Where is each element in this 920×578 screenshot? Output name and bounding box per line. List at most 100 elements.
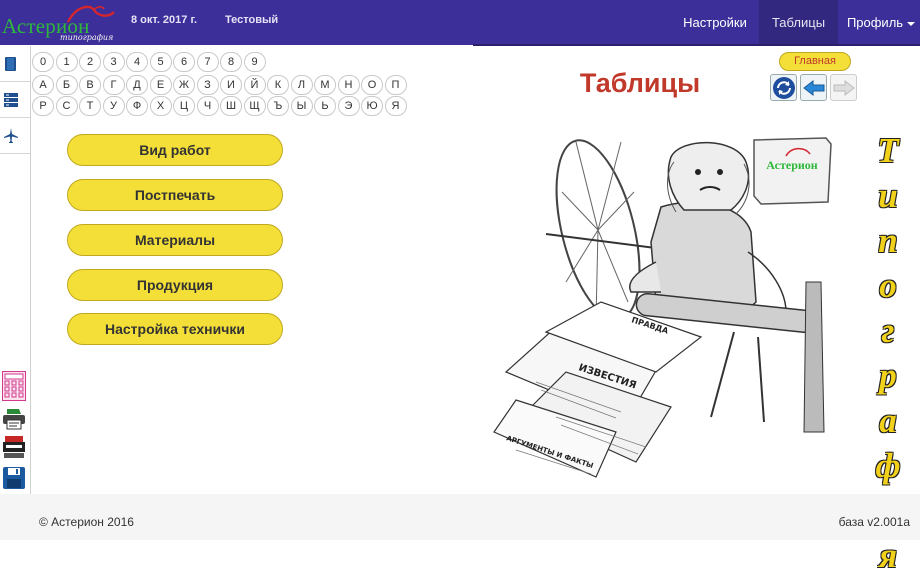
left-sidebar: [0, 46, 31, 494]
index-button[interactable]: З: [196, 75, 219, 95]
menu-button-work-types[interactable]: Вид работ: [67, 134, 283, 166]
index-button[interactable]: Й: [243, 75, 266, 95]
sidebar-item-book[interactable]: [0, 46, 30, 82]
back-button[interactable]: [800, 74, 827, 101]
sidebar-save[interactable]: [2, 466, 26, 490]
index-button[interactable]: Е: [149, 75, 172, 95]
index-button[interactable]: Л: [290, 75, 313, 95]
nav-profile-label: Профиль: [846, 15, 904, 30]
index-button[interactable]: У: [102, 96, 125, 116]
book-icon: [5, 57, 16, 71]
index-button[interactable]: М: [314, 75, 336, 95]
index-button[interactable]: Ы: [290, 96, 313, 116]
index-button[interactable]: Ш: [220, 96, 242, 116]
index-button[interactable]: 5: [149, 52, 172, 72]
arrow-right-icon: [833, 79, 855, 97]
index-button[interactable]: Д: [126, 75, 148, 95]
caret-down-icon: [907, 21, 916, 26]
current-date: 8 окт. 2017 г.: [131, 14, 197, 26]
index-button[interactable]: Т: [79, 96, 101, 116]
index-button[interactable]: В: [79, 75, 101, 95]
index-button[interactable]: Ч: [196, 96, 219, 116]
version-label: база v2.001а: [838, 515, 910, 529]
vertical-letter: г: [881, 311, 895, 350]
index-button[interactable]: 3: [102, 52, 125, 72]
index-button[interactable]: К: [267, 75, 289, 95]
index-button[interactable]: О: [361, 75, 383, 95]
index-button[interactable]: Щ: [243, 96, 266, 116]
index-button[interactable]: С: [55, 96, 78, 116]
nav-settings[interactable]: Настройки: [673, 0, 757, 45]
index-button[interactable]: Г: [102, 75, 125, 95]
index-button[interactable]: Я: [384, 96, 407, 116]
vertical-letter: о: [879, 266, 897, 305]
plane-icon: [4, 128, 18, 143]
index-button[interactable]: 1: [55, 52, 78, 72]
sidebar-item-plane[interactable]: [0, 118, 30, 154]
index-button[interactable]: Ю: [361, 96, 383, 116]
printer-icon: [3, 409, 25, 430]
server-icon: [4, 93, 18, 107]
index-button[interactable]: 2: [79, 52, 101, 72]
menu-button-label: Вид работ: [139, 142, 211, 158]
menu-button-postpress[interactable]: Постпечать: [67, 179, 283, 211]
index-button[interactable]: 6: [173, 52, 195, 72]
vertical-letter: а: [879, 401, 897, 440]
index-button[interactable]: 8: [220, 52, 242, 72]
navbar-underline: [473, 44, 920, 46]
index-button[interactable]: И: [220, 75, 242, 95]
sidebar-stamp[interactable]: [2, 434, 26, 458]
sign-text: Астерион: [766, 158, 818, 172]
refresh-button[interactable]: [770, 74, 797, 101]
index-button[interactable]: Н: [337, 75, 360, 95]
menu-button-materials[interactable]: Материалы: [67, 224, 283, 256]
index-button[interactable]: 7: [196, 52, 219, 72]
vertical-letter: и: [878, 176, 898, 215]
arrow-left-icon: [803, 79, 825, 97]
index-button[interactable]: Ъ: [267, 96, 289, 116]
index-button[interactable]: Ц: [173, 96, 195, 116]
nav-tables-label: Таблицы: [771, 15, 826, 30]
index-button[interactable]: Ф: [126, 96, 148, 116]
index-button[interactable]: Б: [55, 75, 78, 95]
vertical-letter: Т: [877, 131, 899, 170]
menu-button-label: Продукция: [136, 277, 214, 293]
menu-button-label: Постпечать: [134, 187, 216, 203]
menu-button-label: Материалы: [134, 232, 216, 248]
copyright: © Астерион 2016: [39, 515, 134, 529]
index-button[interactable]: Р: [32, 96, 54, 116]
menu-button-label: Настройка технички: [105, 321, 245, 337]
index-button[interactable]: Ь: [314, 96, 336, 116]
sidebar-item-server[interactable]: [0, 82, 30, 118]
index-button[interactable]: П: [384, 75, 407, 95]
top-navbar: Астерион типография 8 окт. 2017 г. Тесто…: [0, 0, 920, 45]
save-icon: [3, 467, 25, 489]
printing-illustration: ИЗВЕСТИЯ АРГУМЕНТЫ И ФАКТЫ ПРАВДА Астери…: [493, 137, 832, 478]
index-button[interactable]: Х: [149, 96, 172, 116]
index-button[interactable]: 4: [126, 52, 148, 72]
forward-button[interactable]: [830, 74, 857, 101]
page-title: Таблицы: [579, 68, 701, 98]
sidebar-calculator[interactable]: [2, 371, 26, 401]
stamp-icon: [3, 436, 25, 458]
menu-button-tech-settings[interactable]: Настройка технички: [67, 313, 283, 345]
nav-profile-dropdown[interactable]: Профиль: [842, 0, 920, 45]
index-button[interactable]: 0: [32, 52, 54, 72]
logo-subtitle: типография: [60, 33, 114, 42]
index-button[interactable]: Э: [337, 96, 360, 116]
index-button[interactable]: А: [32, 75, 54, 95]
current-user: Тестовый: [225, 14, 279, 26]
refresh-icon: [773, 77, 795, 99]
home-button[interactable]: Главная: [779, 52, 851, 71]
nav-settings-label: Настройки: [683, 15, 747, 30]
index-button[interactable]: Ж: [173, 75, 195, 95]
menu-button-products[interactable]: Продукция: [67, 269, 283, 301]
nav-tables[interactable]: Таблицы: [759, 0, 838, 45]
sidebar-printer[interactable]: [2, 408, 26, 432]
footer: © Астерион 2016 база v2.001а: [0, 494, 920, 540]
logo[interactable]: Астерион типография: [2, 2, 120, 44]
vertical-letter: ф: [875, 446, 901, 485]
vertical-letter: р: [879, 356, 897, 395]
index-button[interactable]: 9: [243, 52, 266, 72]
calculator-icon: [2, 371, 26, 401]
